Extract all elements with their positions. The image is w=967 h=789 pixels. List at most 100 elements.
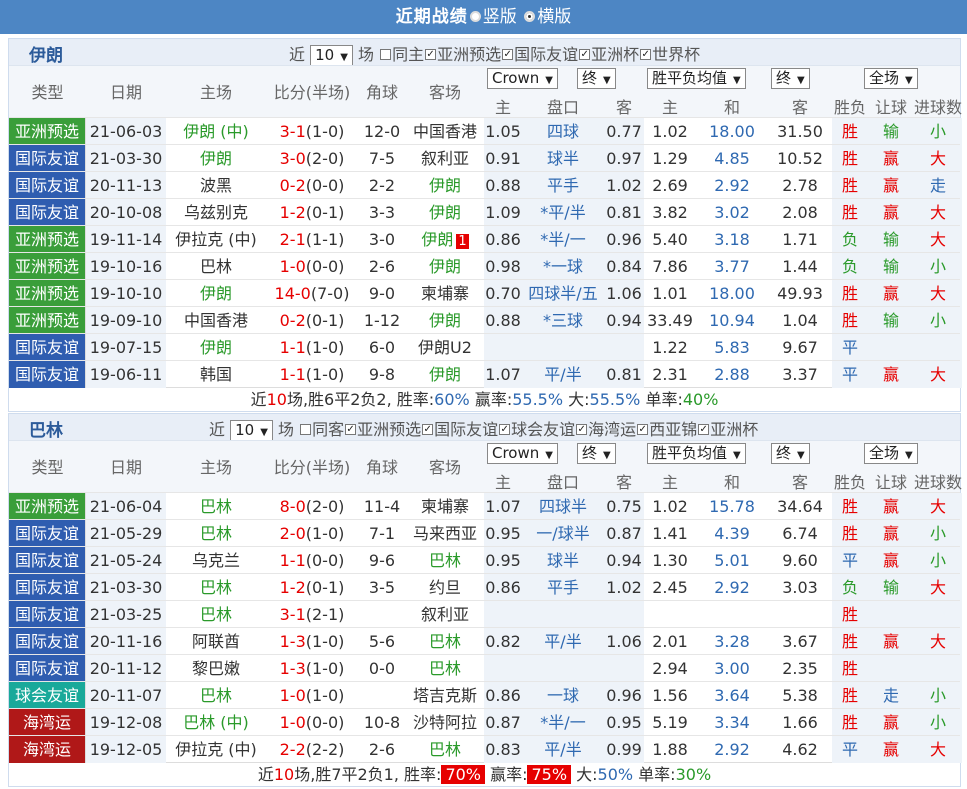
competition-checkbox[interactable]: ✓ (640, 49, 652, 60)
home-team[interactable]: 乌兹别克 (166, 199, 266, 226)
scope-select[interactable]: 全场 ▼ (864, 68, 918, 89)
home-team[interactable]: 伊拉克 (中) (166, 226, 266, 253)
match-count-select[interactable]: 10 ▼ (310, 45, 353, 66)
half-score: (0-0) (305, 713, 345, 732)
competition-checkbox[interactable]: ✓ (576, 424, 588, 435)
away-team[interactable]: 约旦 (406, 574, 484, 601)
score[interactable]: 1-2(0-1) (266, 199, 358, 226)
score[interactable]: 3-1(2-1) (266, 601, 358, 628)
score[interactable]: 1-2(0-1) (266, 574, 358, 601)
home-team[interactable]: 巴林 (中) (166, 709, 266, 736)
competition-checkbox[interactable]: ✓ (698, 424, 710, 435)
competition-checkbox[interactable]: ✓ (637, 424, 649, 435)
home-team[interactable]: 韩国 (166, 361, 266, 388)
away-team[interactable]: 伊朗 (406, 172, 484, 199)
goals-result: 大 (914, 199, 962, 226)
recent-label: 近 (289, 45, 306, 64)
away-team[interactable]: 伊朗 (406, 361, 484, 388)
away-team[interactable]: 巴林 (406, 655, 484, 682)
result: 胜 (832, 307, 868, 334)
scope-select[interactable]: 全场 ▼ (864, 443, 918, 464)
home-team[interactable]: 巴林 (166, 682, 266, 709)
away-team[interactable]: 伊朗U2 (406, 334, 484, 361)
away-team[interactable]: 中国香港 (406, 118, 484, 145)
score[interactable]: 1-0(0-0) (266, 253, 358, 280)
away-team[interactable]: 马来西亚 (406, 520, 484, 547)
draw-odds: 5.01 (714, 551, 750, 570)
company-select[interactable]: Crown ▼ (487, 68, 558, 89)
home-team[interactable]: 巴林 (166, 601, 266, 628)
same-venue-checkbox[interactable] (380, 49, 392, 60)
home-team[interactable]: 伊朗 (166, 145, 266, 172)
table-header: 类型 日期 主场 比分(半场) 角球 客场主盘口客主和客胜负 让球 进球数 Crown ▼ 终 ▼ 胜平… (9, 440, 962, 492)
odds-stage-select[interactable]: 终 ▼ (577, 443, 616, 464)
score[interactable]: 0-2(0-1) (266, 307, 358, 334)
score[interactable]: 3-1(1-0) (266, 118, 358, 145)
home-team[interactable]: 巴林 (166, 574, 266, 601)
score[interactable]: 2-2(2-2) (266, 736, 358, 763)
score[interactable]: 2-1(1-1) (266, 226, 358, 253)
home-team[interactable]: 阿联酋 (166, 628, 266, 655)
away-team[interactable]: 伊朗 (406, 307, 484, 334)
home-team[interactable]: 巴林 (166, 493, 266, 520)
home-team[interactable]: 伊朗 (166, 280, 266, 307)
home-team[interactable]: 伊拉克 (中) (166, 736, 266, 763)
away-team[interactable]: 伊朗 1 (406, 226, 484, 253)
score[interactable]: 3-0(2-0) (266, 145, 358, 172)
competition-checkbox[interactable]: ✓ (425, 49, 437, 60)
score[interactable]: 14-0(7-0) (266, 280, 358, 307)
score[interactable]: 1-3(1-0) (266, 655, 358, 682)
header-type: 类型 (31, 83, 64, 102)
result: 胜 (832, 118, 868, 145)
horizontal-option-label[interactable]: 横版 (537, 7, 571, 27)
avg-stage-select[interactable]: 终 ▼ (771, 68, 810, 89)
vertical-radio[interactable] (469, 10, 481, 22)
score[interactable]: 1-1(1-0) (266, 361, 358, 388)
away-team[interactable]: 柬埔寨 (406, 493, 484, 520)
away-team[interactable]: 叙利亚 (406, 145, 484, 172)
home-team[interactable]: 伊朗 (166, 334, 266, 361)
competition-checkbox[interactable]: ✓ (345, 424, 357, 435)
home-team[interactable]: 伊朗 (中) (166, 118, 266, 145)
competition-checkbox[interactable]: ✓ (579, 49, 591, 60)
odds-stage-select[interactable]: 终 ▼ (577, 68, 616, 89)
home-team[interactable]: 黎巴嫩 (166, 655, 266, 682)
score[interactable]: 8-0(2-0) (266, 493, 358, 520)
competition-label: 亚洲杯 (591, 45, 640, 64)
home-team[interactable]: 乌克兰 (166, 547, 266, 574)
same-venue-checkbox[interactable] (300, 424, 312, 435)
score[interactable]: 0-2(0-0) (266, 172, 358, 199)
away-team[interactable]: 伊朗 (406, 199, 484, 226)
competition-checkbox[interactable]: ✓ (502, 49, 514, 60)
avg-stage-select[interactable]: 终 ▼ (771, 443, 810, 464)
win-avg-select[interactable]: 胜平负均值 ▼ (647, 443, 746, 464)
home-team[interactable]: 巴林 (166, 253, 266, 280)
home-team[interactable]: 中国香港 (166, 307, 266, 334)
home-team[interactable]: 波黑 (166, 172, 266, 199)
odds-stage-select-value: 终 (582, 444, 598, 462)
away-team[interactable]: 巴林 (406, 547, 484, 574)
score[interactable]: 1-0(0-0) (266, 709, 358, 736)
away-team[interactable]: 伊朗 (406, 253, 484, 280)
score[interactable]: 1-3(1-0) (266, 628, 358, 655)
company-select[interactable]: Crown ▼ (487, 443, 558, 464)
vertical-option-label[interactable]: 竖版 (483, 7, 517, 27)
away-team[interactable]: 沙特阿拉 (406, 709, 484, 736)
competition-checkbox[interactable]: ✓ (499, 424, 511, 435)
away-team[interactable]: 叙利亚 (406, 601, 484, 628)
full-score: 2-0 (279, 524, 306, 543)
away-team[interactable]: 塔吉克斯 (406, 682, 484, 709)
score[interactable]: 2-0(1-0) (266, 520, 358, 547)
score[interactable]: 1-1(1-0) (266, 334, 358, 361)
competition-checkbox[interactable]: ✓ (422, 424, 434, 435)
away-team[interactable]: 柬埔寨 (406, 280, 484, 307)
match-count-select[interactable]: 10 ▼ (230, 420, 273, 441)
win-away-odds: 2.35 (782, 659, 818, 678)
score[interactable]: 1-1(0-0) (266, 547, 358, 574)
horizontal-radio[interactable] (524, 10, 536, 22)
away-team[interactable]: 巴林 (406, 736, 484, 763)
win-avg-select[interactable]: 胜平负均值 ▼ (647, 68, 746, 89)
score[interactable]: 1-0(1-0) (266, 682, 358, 709)
away-team[interactable]: 巴林 (406, 628, 484, 655)
home-team[interactable]: 巴林 (166, 520, 266, 547)
